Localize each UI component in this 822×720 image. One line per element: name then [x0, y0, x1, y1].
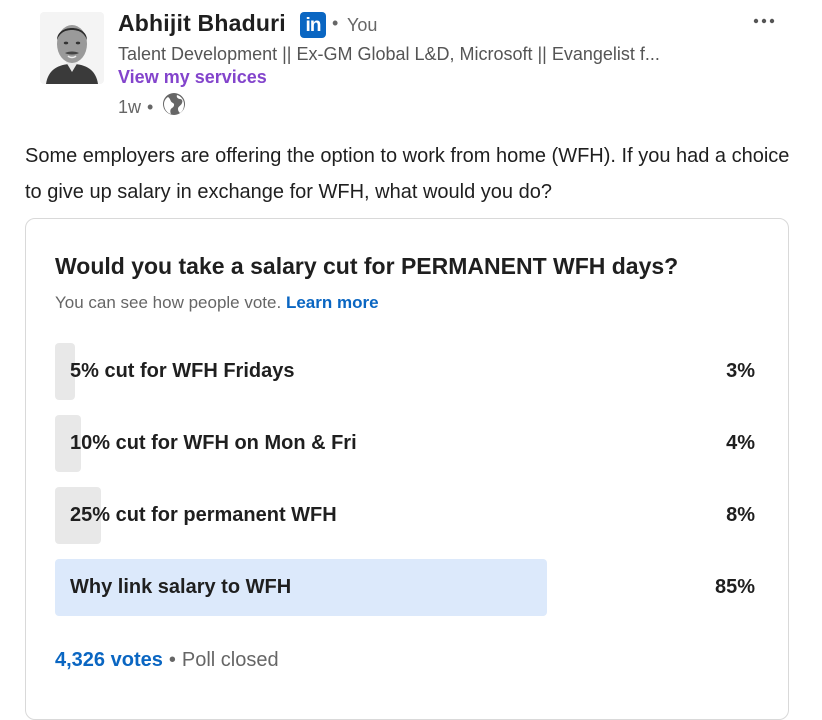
- poll-status: Poll closed: [181, 649, 279, 671]
- poll-option-percent: 8%: [726, 504, 755, 526]
- poll-card: Would you take a salary cut for PERMANEN…: [25, 218, 789, 720]
- poll-option-label: 10% cut for WFH on Mon & Fri: [70, 432, 357, 454]
- post-text: Some employers are offering the option t…: [25, 145, 790, 203]
- author-headline: Talent Development || Ex-GM Global L&D, …: [118, 44, 660, 64]
- view-services-link[interactable]: View my services: [118, 67, 267, 88]
- poll-option-label: 25% cut for permanent WFH: [70, 504, 337, 526]
- linkedin-badge-icon: in: [300, 12, 326, 38]
- post-time: 1w: [118, 97, 142, 117]
- poll-visibility-note: You can see how people vote. Learn more: [55, 293, 379, 313]
- poll-option: 25% cut for permanent WFH 8%: [55, 487, 755, 544]
- vote-count-link[interactable]: 4,326 votes: [55, 649, 163, 671]
- poll-option-percent: 3%: [726, 360, 755, 382]
- poll-footer: 4,326 votes • Poll closed: [55, 649, 279, 672]
- poll-option-percent: 4%: [726, 432, 755, 454]
- relation-label: You: [347, 15, 378, 35]
- separator-dot: •: [168, 649, 176, 671]
- poll-visibility-text: You can see how people vote.: [55, 293, 282, 312]
- poll-option: 10% cut for WFH on Mon & Fri 4%: [55, 415, 755, 472]
- learn-more-link[interactable]: Learn more: [286, 293, 379, 312]
- poll-option: Why link salary to WFH 85%: [55, 559, 755, 616]
- poll-option-label: Why link salary to WFH: [70, 576, 292, 598]
- poll-option-percent: 85%: [714, 576, 755, 598]
- separator-dot: •: [147, 97, 154, 117]
- poll-question: Would you take a salary cut for PERMANEN…: [55, 253, 679, 279]
- author-avatar[interactable]: [40, 12, 104, 84]
- globe-icon: [163, 93, 185, 115]
- poll-option-label: 5% cut for WFH Fridays: [70, 360, 295, 382]
- author-name[interactable]: Abhijit Bhaduri: [118, 10, 286, 37]
- more-options-button[interactable]: [748, 4, 780, 36]
- separator-dot: •: [332, 13, 339, 33]
- poll-option: 5% cut for WFH Fridays 3%: [55, 343, 755, 400]
